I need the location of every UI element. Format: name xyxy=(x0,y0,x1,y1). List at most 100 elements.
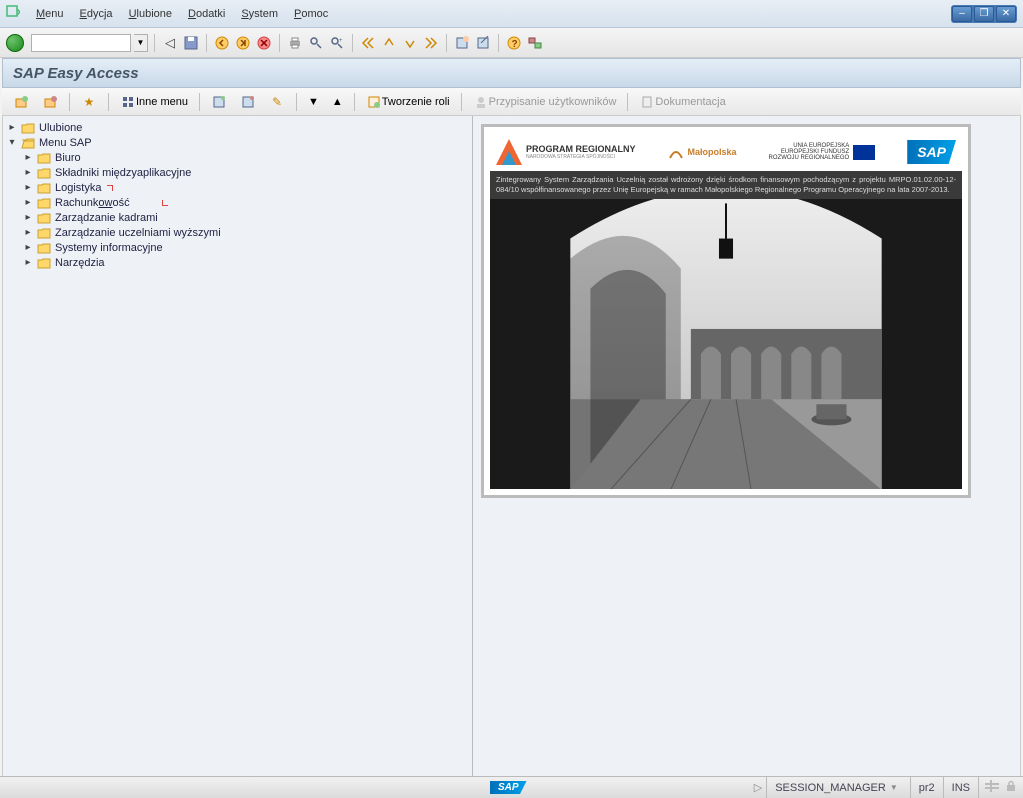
nav-back-icon[interactable] xyxy=(213,34,231,52)
tworzenie-roli-label: Tworzenie roli xyxy=(382,96,450,108)
expand-icon[interactable]: ▸ xyxy=(23,242,33,253)
status-lock-icon[interactable] xyxy=(1005,780,1017,795)
svg-text:+: + xyxy=(339,38,343,44)
tree-node-child[interactable]: ▸Zarządzanie uczelniami wyższymi xyxy=(23,225,468,240)
status-se-icon[interactable] xyxy=(985,780,999,795)
nav-cancel-icon[interactable] xyxy=(255,34,273,52)
folder-icon xyxy=(36,211,52,225)
inne-menu-label: Inne menu xyxy=(136,96,188,108)
status-end-icons xyxy=(978,777,1023,798)
page-up-icon[interactable] xyxy=(380,34,398,52)
expand-icon[interactable]: ▸ xyxy=(7,122,17,133)
move-up-button[interactable]: ▲ xyxy=(327,92,348,112)
expand-icon[interactable]: ▸ xyxy=(23,182,33,193)
system-toolbar: ▼ ◁ + ? xyxy=(0,28,1023,58)
menu-pomoc[interactable]: Pomoc xyxy=(286,4,336,24)
tree-node-child[interactable]: ▸Rachunkowość xyxy=(23,195,468,210)
maximize-button[interactable]: ❐ xyxy=(974,6,994,22)
expand-icon[interactable]: ▸ xyxy=(23,167,33,178)
page-down-icon[interactable] xyxy=(401,34,419,52)
window-controls: ‒ ❐ ✕ xyxy=(951,5,1017,23)
create-icon-button[interactable] xyxy=(206,92,232,112)
expand-icon[interactable]: ▸ xyxy=(23,197,33,208)
page-first-icon[interactable] xyxy=(359,34,377,52)
dokumentacja-button: Dokumentacja xyxy=(634,92,730,112)
cloister-photo xyxy=(490,199,962,489)
collapse-icon[interactable]: ▾ xyxy=(7,137,17,148)
image-frame: PROGRAM REGIONALNY NARODOWA STRATEGIA SP… xyxy=(481,124,971,498)
tree-node-child[interactable]: ▸Narzędzia xyxy=(23,255,468,270)
move-down-button[interactable]: ▼ xyxy=(303,92,324,112)
command-field[interactable] xyxy=(31,34,131,52)
status-mode: INS xyxy=(943,777,978,798)
program-regionalny-logo: PROGRAM REGIONALNY NARODOWA STRATEGIA SP… xyxy=(496,139,636,165)
layout-icon[interactable] xyxy=(526,34,544,52)
tree-node-child[interactable]: ▸Składniki międzyaplikacyjne xyxy=(23,165,468,180)
inne-menu-button[interactable]: Inne menu xyxy=(115,92,193,112)
logo-strip: PROGRAM REGIONALNY NARODOWA STRATEGIA SP… xyxy=(490,133,962,171)
tworzenie-roli-button[interactable]: Tworzenie roli xyxy=(361,92,455,112)
menu-ulubione[interactable]: Ulubione xyxy=(121,4,180,24)
przypisanie-label: Przypisanie użytkowników xyxy=(489,96,617,108)
print-icon[interactable] xyxy=(286,34,304,52)
main-area: ▸ Ulubione ▾ Menu SAP ▸Biuro▸Składniki m… xyxy=(2,116,1021,776)
menu-edycja[interactable]: Edycja xyxy=(72,4,121,24)
expand-icon[interactable]: ▸ xyxy=(23,227,33,238)
page-last-icon[interactable] xyxy=(422,34,440,52)
tree-node-child[interactable]: ▸Biuro xyxy=(23,150,468,165)
menu-menu[interactable]: Menu xyxy=(28,4,72,24)
application-toolbar: ★ Inne menu ✎ ▼ ▲ Tworzenie roli Przypis… xyxy=(2,88,1021,116)
nav-exit-icon[interactable] xyxy=(234,34,252,52)
menu-dodatki[interactable]: Dodatki xyxy=(180,4,233,24)
expand-icon[interactable]: ▸ xyxy=(23,152,33,163)
new-session-icon[interactable] xyxy=(453,34,471,52)
content-pane: PROGRAM REGIONALNY NARODOWA STRATEGIA SP… xyxy=(473,116,1020,776)
screen-title-bar: SAP Easy Access xyxy=(2,58,1021,88)
fav-add-button[interactable] xyxy=(8,92,34,112)
status-arrow-icon[interactable]: ▷ xyxy=(750,781,766,794)
app-menu-icon[interactable] xyxy=(6,5,20,22)
folder-icon xyxy=(36,256,52,270)
folder-open-icon xyxy=(20,136,36,150)
sap-logo: SAP xyxy=(907,140,956,164)
close-button[interactable]: ✕ xyxy=(996,6,1016,22)
expand-icon[interactable]: ▸ xyxy=(23,212,33,223)
status-session[interactable]: SESSION_MANAGER▼ xyxy=(766,777,910,798)
command-history-dropdown[interactable]: ▼ xyxy=(134,34,148,52)
help-icon[interactable]: ? xyxy=(505,34,523,52)
navigation-tree[interactable]: ▸ Ulubione ▾ Menu SAP ▸Biuro▸Składniki m… xyxy=(3,116,473,776)
tree-node-menu-sap[interactable]: ▾ Menu SAP xyxy=(7,135,468,150)
malopolska-logo: Małopolska xyxy=(668,144,737,160)
menubar: Menu Edycja Ulubione Dodatki System Pomo… xyxy=(0,0,1023,28)
minimize-button[interactable]: ‒ xyxy=(952,6,972,22)
tree-node-child[interactable]: ▸Zarządzanie kadrami xyxy=(23,210,468,225)
folder-icon xyxy=(36,166,52,180)
menu-system[interactable]: System xyxy=(233,4,286,24)
expand-icon[interactable]: ▸ xyxy=(23,257,33,268)
edit-pencil-button[interactable]: ✎ xyxy=(264,92,290,112)
folder-icon xyxy=(36,241,52,255)
status-server[interactable]: pr2 xyxy=(910,777,943,798)
folder-icon xyxy=(20,121,36,135)
dokumentacja-label: Dokumentacja xyxy=(655,96,725,108)
delete-icon-button[interactable] xyxy=(235,92,261,112)
info-text: Zintegrowany System Zarządzania Uczelnią… xyxy=(490,171,962,199)
find-icon[interactable] xyxy=(307,34,325,52)
tree-node-child[interactable]: ▸Systemy informacyjne xyxy=(23,240,468,255)
back-icon[interactable]: ◁ xyxy=(161,34,179,52)
save-icon[interactable] xyxy=(182,34,200,52)
folder-icon xyxy=(36,181,52,195)
svg-text:?: ? xyxy=(512,39,518,50)
tree-node-child[interactable]: ▸Logistyka xyxy=(23,180,468,195)
find-next-icon[interactable]: + xyxy=(328,34,346,52)
tree-node-ulubione[interactable]: ▸ Ulubione xyxy=(7,120,468,135)
folder-icon xyxy=(36,226,52,240)
fav-del-button[interactable] xyxy=(37,92,63,112)
enter-button[interactable] xyxy=(6,34,24,52)
screen-title: SAP Easy Access xyxy=(13,65,139,82)
eu-logo: UNIA EUROPEJSKA EUROPEJSKI FUNDUSZ ROZWO… xyxy=(769,143,876,161)
fav-star-button[interactable]: ★ xyxy=(76,92,102,112)
shortcut-icon[interactable] xyxy=(474,34,492,52)
status-bar: SAP ▷ SESSION_MANAGER▼ pr2 INS xyxy=(0,776,1023,798)
sap-status-logo: SAP xyxy=(490,781,527,794)
